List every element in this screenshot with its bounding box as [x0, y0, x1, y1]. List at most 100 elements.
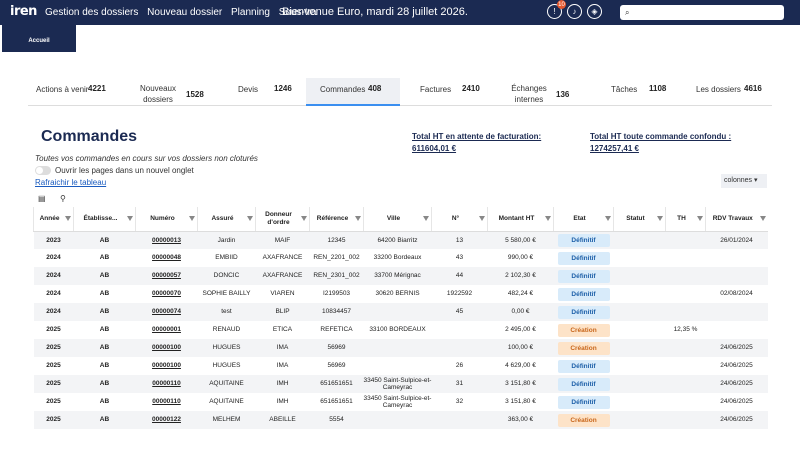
column-header[interactable]: Année — [33, 207, 74, 232]
filter-icon[interactable] — [423, 216, 429, 221]
filter-icon[interactable] — [479, 216, 485, 221]
filter-icon[interactable] — [355, 216, 361, 221]
order-number-link[interactable]: 00000013 — [152, 237, 181, 244]
table-cell: 651651651 — [320, 398, 353, 406]
total-all-value[interactable]: 1274257,41 € — [590, 144, 639, 153]
table-cell — [665, 411, 706, 429]
table-cell: 3 151,80 € — [505, 398, 536, 406]
filter-clear-icon[interactable]: ⚲ — [60, 194, 66, 203]
column-header[interactable]: Montant HT — [487, 207, 554, 232]
filter-icon[interactable] — [301, 216, 307, 221]
order-number-link[interactable]: 00000070 — [152, 290, 181, 297]
filter-icon[interactable] — [605, 216, 611, 221]
column-header[interactable]: Numéro — [135, 207, 198, 232]
tab-echanges-internes[interactable]: Échanges internes 136 — [500, 78, 580, 106]
table-body: 2023 AB 00000013 Jardin MAIF 12345 64200 Biarr… — [33, 231, 768, 429]
table-cell — [431, 339, 488, 357]
filter-icon[interactable] — [247, 216, 253, 221]
table-cell — [613, 231, 666, 249]
status-badge: Création — [557, 323, 610, 337]
tab-actions-a-venir[interactable]: Actions à venir 4221 — [28, 78, 110, 106]
table-cell — [363, 411, 432, 429]
tab-taches[interactable]: Tâches 1108 — [603, 78, 673, 106]
status-badge: Définitif — [557, 377, 610, 391]
column-header[interactable]: Assuré — [197, 207, 256, 232]
table-cell: 33200 Bordeaux — [373, 254, 422, 262]
alert-icon[interactable]: ! 10 — [547, 0, 566, 19]
table-row[interactable]: 2024 AB 00000070 SOPHIE BAILLY VIAREN I219950… — [34, 285, 768, 303]
column-header[interactable]: Établisse... — [73, 207, 136, 232]
package-icon[interactable]: ◈ — [587, 4, 602, 19]
status-badge: Définitif — [557, 287, 610, 301]
filter-icon[interactable] — [759, 216, 766, 221]
total-pending-value[interactable]: 611604,01 € — [412, 144, 456, 153]
search-input[interactable]: ⌕ — [620, 5, 784, 20]
nav-nouveau-dossier[interactable]: Nouveau dossier — [147, 7, 222, 18]
table-cell: 00000122 — [135, 411, 198, 429]
column-header[interactable]: Etat — [553, 207, 614, 232]
filter-icon[interactable] — [697, 216, 703, 221]
order-number-link[interactable]: 00000110 — [152, 398, 181, 405]
order-number-link[interactable]: 00000110 — [152, 380, 181, 387]
table-header-row: Année Établisse... Numéro Assuré Donneur d'o… — [33, 207, 768, 232]
accueil-tab[interactable]: Accueil — [2, 25, 76, 52]
filter-icon[interactable] — [189, 216, 195, 221]
column-header[interactable]: N° — [431, 207, 488, 232]
order-number-link[interactable]: 00000122 — [152, 416, 181, 423]
table-cell: 1922592 — [446, 290, 473, 298]
table-row[interactable]: 2024 AB 00000048 EMBIID AXAFRANCE REN_2201_00… — [34, 249, 768, 267]
total-pending-label[interactable]: Total HT en attente de facturation: — [412, 132, 541, 141]
table-cell — [665, 339, 706, 357]
table-row[interactable]: 2025 AB 00000110 AQUITAINE IMH 651651651 33450… — [34, 393, 768, 411]
nav-planning[interactable]: Planning — [231, 7, 270, 18]
table-row[interactable]: 2023 AB 00000013 Jardin MAIF 12345 64200 Biarr… — [33, 231, 768, 249]
table-cell — [614, 321, 666, 339]
order-number-link[interactable]: 00000001 — [152, 326, 181, 333]
table-row[interactable]: 2025 AB 00000100 HUGUES IMA 56969 26 4 629,00 €… — [34, 357, 768, 375]
tab-factures[interactable]: Factures 2410 — [410, 78, 490, 106]
refresh-link[interactable]: Rafraichir le tableau — [35, 178, 106, 187]
table-cell: AXAFRANCE — [262, 254, 303, 262]
order-number-link[interactable]: 00000074 — [152, 308, 181, 315]
tab-label: Les dossiers — [696, 85, 741, 94]
bell-icon[interactable]: ♪ — [567, 4, 582, 19]
table-cell: 100,00 € — [487, 339, 554, 357]
order-number-link[interactable]: 00000100 — [152, 344, 181, 351]
column-header[interactable]: TH — [665, 207, 706, 232]
table-row[interactable]: 2025 AB 00000110 AQUITAINE IMH 651651651 33450… — [33, 375, 768, 393]
filter-icon[interactable] — [657, 216, 663, 221]
tab-devis[interactable]: Devis 1246 — [228, 78, 300, 106]
table-cell: 2024 — [33, 303, 74, 321]
table-row[interactable]: 2025 AB 00000001 RENAUD ETICA REFETICA 33100 B… — [34, 321, 768, 339]
tab-nouveaux-dossiers[interactable]: Nouveaux dossiers 1528 — [128, 78, 218, 106]
columns-dropdown[interactable]: colonnes ▾ — [721, 174, 767, 188]
order-number-link[interactable]: 00000057 — [152, 272, 181, 279]
table-row[interactable]: 2025 AB 00000122 MELHEM ABEILLE 5554 363,00 € C… — [33, 411, 768, 429]
logo[interactable]: iren — [10, 4, 38, 20]
order-number-link[interactable]: 00000100 — [152, 362, 181, 369]
table-cell — [613, 303, 666, 321]
table-row[interactable]: 2024 AB 00000057 DONCIC AXAFRANCE REN_2301_00… — [33, 267, 768, 285]
tab-commandes[interactable]: Commandes 408 — [306, 78, 400, 106]
filter-icon[interactable] — [545, 216, 551, 221]
nav-gestion-dossiers[interactable]: Gestion des dossiers — [45, 7, 138, 18]
column-header[interactable]: RDV Travaux — [705, 207, 768, 232]
column-header[interactable]: Référence — [309, 207, 364, 232]
tab-les-dossiers[interactable]: Les dossiers 4616 — [688, 78, 772, 106]
column-header[interactable]: Ville — [363, 207, 432, 232]
filter-icon[interactable] — [65, 216, 71, 221]
export-icon[interactable]: ▤ — [38, 194, 46, 203]
table-cell: 10834457 — [309, 303, 364, 321]
column-header-label: RDV Travaux — [712, 214, 753, 222]
table-cell: DONCIC — [197, 267, 256, 285]
tab-label: Tâches — [611, 85, 638, 94]
order-number-link[interactable]: 00000048 — [152, 254, 181, 261]
new-tab-toggle[interactable] — [35, 166, 51, 175]
filter-icon[interactable] — [127, 216, 133, 221]
total-all-label[interactable]: Total HT toute commande confondu : — [590, 132, 731, 141]
table-row[interactable]: 2024 AB 00000074 test BLIP 10834457 45 0,00 € Dé… — [33, 303, 768, 321]
column-header[interactable]: Statut — [613, 207, 666, 232]
table-cell — [666, 285, 706, 303]
table-row[interactable]: 2025 AB 00000100 HUGUES IMA 56969 100,00 € Créa… — [33, 339, 768, 357]
column-header[interactable]: Donneur d'ordre — [255, 207, 310, 232]
